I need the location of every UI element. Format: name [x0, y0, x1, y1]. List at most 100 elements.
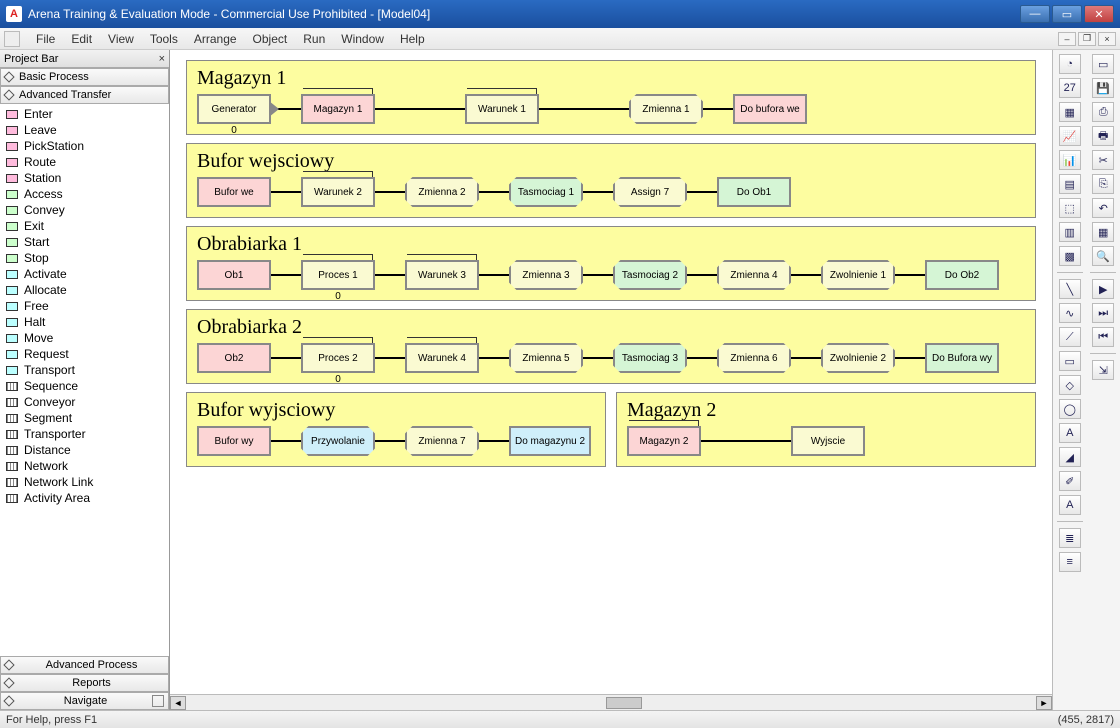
align1-icon[interactable]: A — [1059, 495, 1081, 515]
scroll-left-icon[interactable]: ◄ — [170, 696, 186, 710]
pb-item-allocate[interactable]: Allocate — [0, 282, 169, 298]
block-warunek-2[interactable]: Warunek 2 — [301, 177, 375, 207]
block-bufor-wy[interactable]: Bufor wy — [197, 426, 271, 456]
menu-window[interactable]: Window — [333, 30, 392, 48]
pb-item-sequence[interactable]: Sequence — [0, 378, 169, 394]
menu-help[interactable]: Help — [392, 30, 433, 48]
block-przywolanie[interactable]: Przywolanie — [301, 426, 375, 456]
minimize-button[interactable]: — — [1020, 5, 1050, 23]
block-do-bufora-wy[interactable]: Do Bufora wy — [925, 343, 999, 373]
pb-item-network-link[interactable]: Network Link — [0, 474, 169, 490]
block-warunek-1[interactable]: Warunek 1 — [465, 94, 539, 124]
pb-section-reports[interactable]: Reports — [0, 674, 169, 692]
pb-item-access[interactable]: Access — [0, 186, 169, 202]
pb-section-basic-process[interactable]: Basic Process — [0, 68, 169, 86]
brush-tool-icon[interactable]: ◢ — [1059, 447, 1081, 467]
table-icon[interactable]: ▤ — [1059, 174, 1081, 194]
step-back-icon[interactable]: ⏭ — [1092, 303, 1114, 323]
square-blue-icon[interactable]: ▦ — [1059, 102, 1081, 122]
block-proces-2[interactable]: Proces 20 — [301, 343, 375, 373]
pb-item-conveyor[interactable]: Conveyor — [0, 394, 169, 410]
block-proces-1[interactable]: Proces 10 — [301, 260, 375, 290]
tool-button[interactable]: ≡ — [1059, 552, 1081, 572]
block-ob2[interactable]: Ob2 — [197, 343, 271, 373]
poly-tool-icon[interactable]: ▭ — [1059, 351, 1081, 371]
text-tool-icon[interactable]: ◯ — [1059, 399, 1081, 419]
block-zmienna-4[interactable]: Zmienna 4 — [717, 260, 791, 290]
layers-icon[interactable]: ▥ — [1059, 222, 1081, 242]
block-zmienna-6[interactable]: Zmienna 6 — [717, 343, 791, 373]
project-bar-close-icon[interactable]: × — [159, 53, 165, 65]
menu-file[interactable]: File — [28, 30, 63, 48]
close-button[interactable]: ✕ — [1084, 5, 1114, 23]
block-magazyn-2[interactable]: Magazyn 2 — [627, 426, 701, 456]
rect-tool-icon[interactable]: ⟋ — [1059, 327, 1081, 347]
menu-view[interactable]: View — [100, 30, 142, 48]
dec-icon[interactable]: 27 — [1059, 78, 1081, 98]
undo-icon[interactable]: ↶ — [1092, 198, 1114, 218]
pb-item-pickstation[interactable]: PickStation — [0, 138, 169, 154]
pb-item-halt[interactable]: Halt — [0, 314, 169, 330]
pb-item-activate[interactable]: Activate — [0, 266, 169, 282]
new-icon[interactable]: ▭ — [1092, 54, 1114, 74]
block-zmienna-7[interactable]: Zmienna 7 — [405, 426, 479, 456]
mdi-minimize-button[interactable]: – — [1058, 32, 1076, 46]
open-icon[interactable]: ⎙ — [1092, 102, 1114, 122]
menu-edit[interactable]: Edit — [63, 30, 100, 48]
block-assign-7[interactable]: Assign 7 — [613, 177, 687, 207]
menu-tools[interactable]: Tools — [142, 30, 186, 48]
block-warunek-4[interactable]: Warunek 4 — [405, 343, 479, 373]
pb-item-free[interactable]: Free — [0, 298, 169, 314]
pb-item-exit[interactable]: Exit — [0, 218, 169, 234]
model-canvas[interactable]: Magazyn 1Generator0Magazyn 1Warunek 1Zmi… — [170, 50, 1052, 694]
pb-section-advanced-process[interactable]: Advanced Process — [0, 656, 169, 674]
maximize-button[interactable]: ▭ — [1052, 5, 1082, 23]
pb-item-stop[interactable]: Stop — [0, 250, 169, 266]
pb-item-route[interactable]: Route — [0, 154, 169, 170]
block-do-magazynu-2[interactable]: Do magazynu 2 — [509, 426, 591, 456]
block-zmienna-2[interactable]: Zmienna 2 — [405, 177, 479, 207]
block-zmienna-1[interactable]: Zmienna 1 — [629, 94, 703, 124]
pb-item-enter[interactable]: Enter — [0, 106, 169, 122]
fast-forward-icon[interactable]: ▶ — [1092, 279, 1114, 299]
block-ob1[interactable]: Ob1 — [197, 260, 271, 290]
block-zmienna-5[interactable]: Zmienna 5 — [509, 343, 583, 373]
block-wyjscie[interactable]: Wyjscie — [791, 426, 865, 456]
polyline-tool-icon[interactable]: ∿ — [1059, 303, 1081, 323]
scroll-thumb[interactable] — [606, 697, 642, 709]
pb-item-transporter[interactable]: Transporter — [0, 426, 169, 442]
help-pointer-icon[interactable]: ⏮ — [1092, 327, 1114, 347]
print-icon[interactable]: 🖶 — [1092, 126, 1114, 146]
copy-icon[interactable]: ⎘ — [1092, 174, 1114, 194]
pb-item-station[interactable]: Station — [0, 170, 169, 186]
save-icon[interactable]: 💾 — [1092, 78, 1114, 98]
block-magazyn-1[interactable]: Magazyn 1 — [301, 94, 375, 124]
pb-item-move[interactable]: Move — [0, 330, 169, 346]
pb-item-transport[interactable]: Transport — [0, 362, 169, 378]
scroll-right-icon[interactable]: ► — [1036, 696, 1052, 710]
pb-section-navigate[interactable]: Navigate — [0, 692, 169, 710]
resources-icon[interactable]: ▦ — [1092, 222, 1114, 242]
green-icon[interactable]: ▩ — [1059, 246, 1081, 266]
clock-icon[interactable]: ◔ — [1059, 54, 1081, 74]
mdi-close-button[interactable]: × — [1098, 32, 1116, 46]
block-tasmociag-2[interactable]: Tasmociag 2 — [613, 260, 687, 290]
cut-icon[interactable]: ✂ — [1092, 150, 1114, 170]
block-do-bufora-we[interactable]: Do bufora we — [733, 94, 807, 124]
block-zwolnienie-1[interactable]: Zwolnienie 1 — [821, 260, 895, 290]
block-bufor-we[interactable]: Bufor we — [197, 177, 271, 207]
vars-icon[interactable]: ⬚ — [1059, 198, 1081, 218]
menu-object[interactable]: Object — [245, 30, 296, 48]
block-tasmociag-3[interactable]: Tasmociag 3 — [613, 343, 687, 373]
pb-item-activity-area[interactable]: Activity Area — [0, 490, 169, 506]
tool-button[interactable]: ⇲ — [1092, 360, 1114, 380]
pb-item-start[interactable]: Start — [0, 234, 169, 250]
pb-item-leave[interactable]: Leave — [0, 122, 169, 138]
curve-tool-icon[interactable]: ╲ — [1059, 279, 1081, 299]
fill-tool-icon[interactable]: A — [1059, 423, 1081, 443]
chart2-icon[interactable]: 📊 — [1059, 150, 1081, 170]
pb-item-network[interactable]: Network — [0, 458, 169, 474]
block-do-ob1[interactable]: Do Ob1 — [717, 177, 791, 207]
mdi-system-icon[interactable] — [4, 31, 20, 47]
pb-item-convey[interactable]: Convey — [0, 202, 169, 218]
